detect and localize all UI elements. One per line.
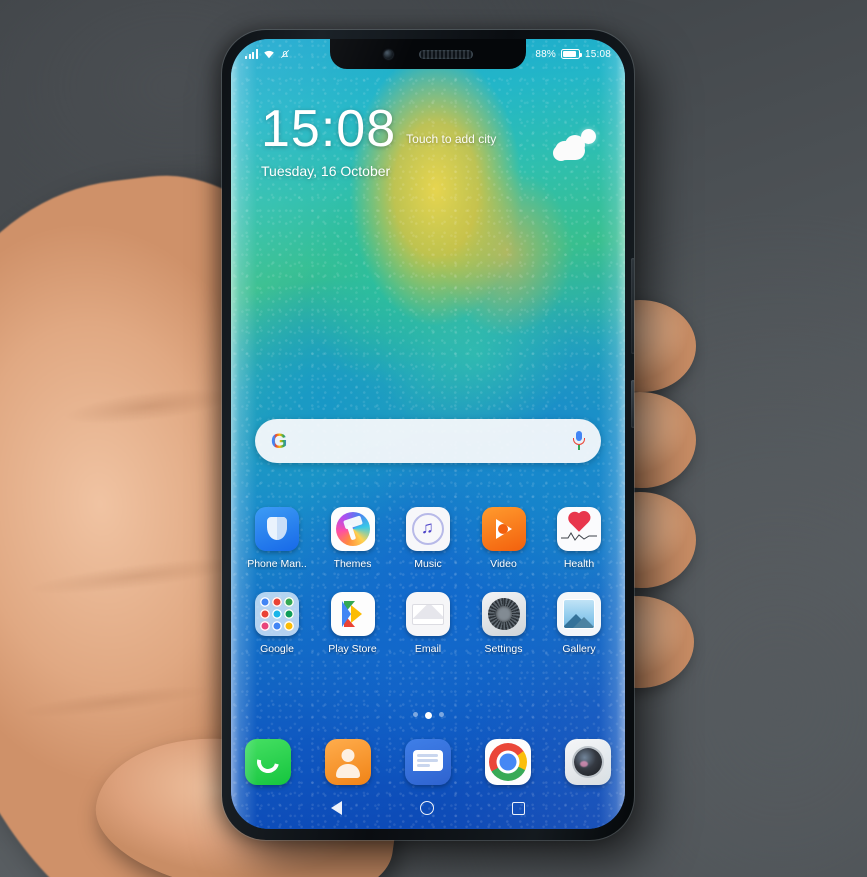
dialer-icon[interactable] — [245, 739, 291, 785]
page-dot-active[interactable] — [424, 712, 432, 719]
app-label: Email — [414, 643, 442, 655]
app-google-folder[interactable]: Google — [245, 592, 309, 655]
battery-percent: 88% — [535, 48, 556, 60]
app-music[interactable]: ♫ Music — [396, 507, 460, 570]
camera-icon[interactable] — [565, 739, 611, 785]
music-icon[interactable]: ♫ — [406, 507, 450, 551]
status-clock: 15:08 — [584, 48, 611, 60]
widget-time: 15:08 — [261, 100, 397, 158]
app-row-2: Google Play Store Email Settings Gallery — [245, 592, 611, 655]
app-label: Gallery — [562, 643, 596, 655]
recents-icon[interactable] — [512, 801, 525, 815]
app-gallery[interactable]: Gallery — [547, 592, 611, 655]
status-bar: 88% 15:08 — [231, 39, 625, 69]
photo-scene: 88% 15:08 15:08 Touch to add city Tuesda… — [0, 0, 867, 877]
smartphone-device: 88% 15:08 15:08 Touch to add city Tuesda… — [222, 30, 634, 840]
widget-date: Tuesday, 16 October — [261, 163, 391, 180]
app-settings[interactable]: Settings — [472, 592, 536, 655]
navigation-bar — [231, 801, 625, 815]
settings-icon[interactable] — [481, 592, 526, 636]
dock — [245, 739, 611, 785]
home-icon[interactable] — [420, 801, 434, 815]
app-label: Themes — [333, 558, 372, 570]
wifi-icon — [263, 50, 274, 59]
app-video[interactable]: Video — [472, 507, 536, 570]
sun-behind-cloud-icon — [553, 129, 597, 163]
silent-mode-icon — [280, 49, 289, 59]
app-label: Play Store — [328, 643, 377, 655]
signal-bars-icon — [245, 49, 258, 59]
battery-icon — [560, 49, 583, 59]
app-play-store[interactable]: Play Store — [321, 592, 385, 655]
page-dot[interactable] — [438, 712, 444, 717]
clock-weather-widget[interactable]: 15:08 Touch to add city Tuesday, 16 Octo… — [261, 100, 603, 180]
google-logo-icon: G — [271, 429, 288, 453]
gallery-icon[interactable] — [557, 592, 601, 636]
google-search-bar[interactable]: G — [255, 419, 601, 463]
add-city-label[interactable]: Touch to add city — [406, 132, 496, 154]
volume-button[interactable] — [631, 258, 634, 354]
google-folder-icon[interactable] — [255, 592, 299, 636]
power-button[interactable] — [631, 380, 634, 428]
chrome-icon[interactable] — [485, 739, 531, 785]
page-dot[interactable] — [412, 712, 418, 717]
video-icon[interactable] — [481, 507, 526, 551]
app-themes[interactable]: Themes — [321, 507, 385, 570]
app-row-1: Phone Man.. Themes ♫ Music Video Health — [245, 507, 611, 570]
app-grid: Phone Man.. Themes ♫ Music Video Health … — [245, 507, 611, 677]
app-label: Settings — [484, 643, 523, 655]
app-label: Music — [414, 558, 442, 570]
app-label: Video — [490, 558, 517, 570]
health-icon[interactable] — [557, 507, 601, 551]
back-icon[interactable] — [331, 801, 342, 815]
app-email[interactable]: Email — [396, 592, 460, 655]
page-indicator[interactable] — [231, 712, 625, 719]
phone-screen[interactable]: 88% 15:08 15:08 Touch to add city Tuesda… — [231, 39, 625, 829]
contacts-icon[interactable] — [325, 739, 371, 785]
app-phone-manager[interactable]: Phone Man.. — [245, 507, 309, 570]
themes-icon[interactable] — [330, 507, 375, 551]
app-label: Google — [260, 643, 294, 655]
ecg-line-icon — [561, 532, 597, 541]
play-store-icon[interactable] — [330, 592, 375, 636]
folder-preview-grid — [260, 597, 294, 631]
messages-icon[interactable] — [405, 739, 451, 785]
app-label: Health — [563, 558, 595, 570]
microphone-icon[interactable] — [573, 431, 585, 451]
app-health[interactable]: Health — [547, 507, 611, 570]
phone-manager-icon[interactable] — [255, 507, 299, 551]
email-icon[interactable] — [406, 592, 450, 636]
app-label: Phone Man.. — [247, 558, 307, 570]
